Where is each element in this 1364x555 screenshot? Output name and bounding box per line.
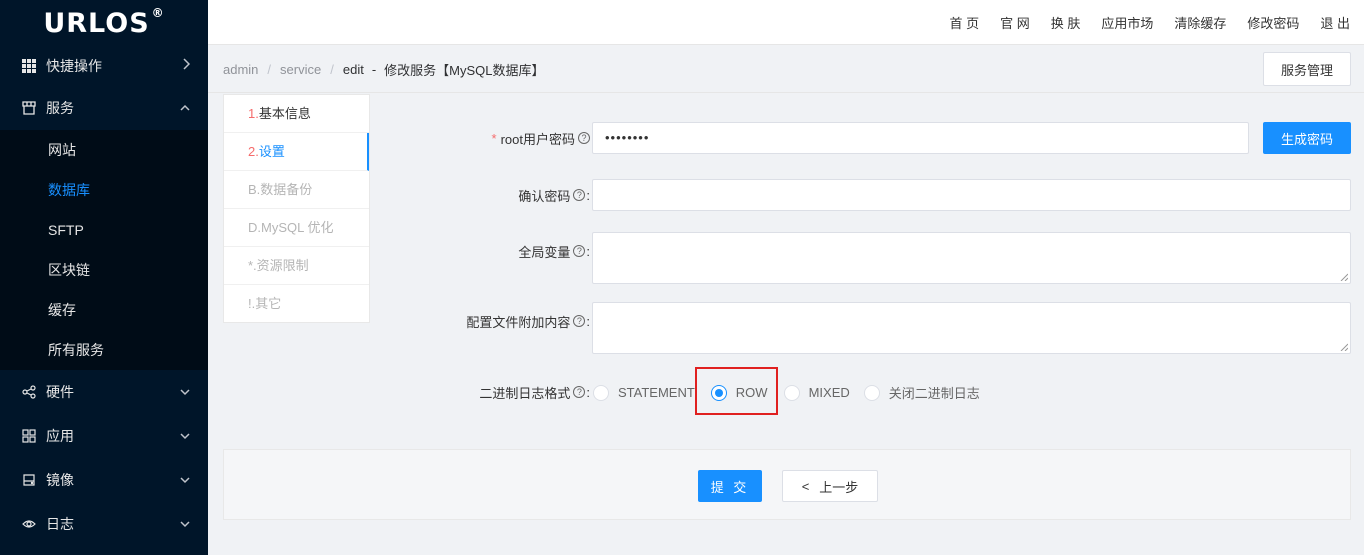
chevron-up-icon [180,101,190,115]
menu-images[interactable]: 镜像 [0,458,208,502]
radio-circle[interactable] [593,384,609,401]
help-icon[interactable]: ? [573,245,586,257]
form-actions: 提 交 < 上一步 [223,449,1351,520]
breadcrumb: admin / service / edit - 修改服务【MySQL数据库】 [223,45,545,93]
page-title: 修改服务【MySQL数据库】 [384,62,545,78]
radio-statement[interactable]: STATEMENT [593,384,695,401]
step-basic-info[interactable]: 1.基本信息 [224,95,369,133]
breadcrumb-dash: - [371,61,377,77]
drive-icon [22,473,36,487]
help-icon[interactable]: ? [573,189,586,201]
nav-home[interactable]: 首 页 [949,13,979,32]
nav-clear-cache[interactable]: 清除缓存 [1174,13,1226,32]
breadcrumb-separator: / [330,61,334,77]
submenu-item-all-services[interactable]: 所有服务 [0,330,208,370]
nav-skin[interactable]: 换 肤 [1051,13,1081,32]
chevron-left-icon: < [801,478,810,494]
radio-circle[interactable] [863,384,880,401]
share-icon [22,385,36,399]
resize-handle-icon[interactable] [1340,343,1348,351]
service-manage-button[interactable]: 服务管理 [1263,52,1351,86]
chevron-right-icon [182,58,191,73]
root-password-label: * root用户密码 ? [380,122,590,154]
global-vars-label: 全局变量 ? : [518,243,590,260]
eye-icon [22,517,36,531]
chevron-down-icon [180,517,190,531]
menu-label: 硬件 [46,384,74,400]
resize-handle-icon[interactable] [1340,273,1348,281]
binlog-format-label: 二进制日志格式 ? : [479,384,590,401]
menu-label: 日志 [46,516,74,532]
submenu-item-website[interactable]: 网站 [0,130,208,170]
radio-circle[interactable] [783,384,800,401]
radio-disable-binlog[interactable]: 关闭二进制日志 [863,383,980,402]
global-vars-textarea[interactable] [592,232,1351,284]
submit-button[interactable]: 提 交 [698,470,762,502]
help-icon[interactable]: ? [573,386,586,398]
binlog-format-radio-group: STATEMENT ROW MIXED 关闭二进制日志 [593,383,994,402]
menu-label: 应用 [46,428,74,444]
grid-icon [22,58,36,73]
nav-app-market[interactable]: 应用市场 [1101,13,1153,32]
submenu-item-database[interactable]: 数据库 [0,170,208,210]
config-append-label: 配置文件附加内容 ? : [466,313,590,330]
menu-logs[interactable]: 日志 [0,502,208,546]
store-icon [22,100,36,115]
help-icon[interactable]: ? [573,315,586,327]
chevron-down-icon [180,429,190,443]
menu-quick-actions[interactable]: 快捷操作 [0,46,208,85]
breadcrumb-item: edit [342,61,364,77]
chevron-down-icon [180,473,190,487]
chevron-down-icon [180,385,190,399]
breadcrumb-bar: admin / service / edit - 修改服务【MySQL数据库】 … [208,45,1364,93]
sidebar: URLOS ® 快捷操作 服务 网站 数据库 SFTP 区块链 缓存 所有服务 硬… [0,0,208,555]
menu-label: 服务 [46,99,74,116]
nav-change-password[interactable]: 修改密码 [1247,13,1299,32]
step-settings[interactable]: 2.设置 [224,133,369,171]
breadcrumb-separator: / [267,61,272,77]
config-append-textarea[interactable] [592,302,1351,354]
help-icon[interactable]: ? [578,132,590,144]
root-password-input[interactable]: •••••••• [592,122,1249,154]
logo[interactable]: URLOS ® [0,0,208,46]
menu-hardware[interactable]: 硬件 [0,370,208,414]
apps-icon [22,429,36,443]
logo-text: URLOS ® [43,5,165,39]
menu-service[interactable]: 服务 [0,85,208,130]
generate-password-button[interactable]: 生成密码 [1263,122,1351,154]
submenu-item-blockchain[interactable]: 区块链 [0,250,208,290]
step-other[interactable]: !.其它 [224,285,369,323]
previous-step-button[interactable]: < 上一步 [782,470,878,502]
breadcrumb-item[interactable]: service [280,62,321,77]
service-submenu: 网站 数据库 SFTP 区块链 缓存 所有服务 [0,130,208,370]
highlight-box [695,367,778,415]
confirm-password-label: 确认密码 ? : [518,187,590,204]
menu-label: 镜像 [46,472,74,488]
top-bar: 首 页 官 网 换 肤 应用市场 清除缓存 修改密码 退 出 [208,0,1364,45]
nav-logout[interactable]: 退 出 [1320,13,1350,32]
submenu-item-cache[interactable]: 缓存 [0,290,208,330]
step-data-backup[interactable]: B.数据备份 [224,171,369,209]
menu-label: 快捷操作 [46,57,102,74]
step-tabs: 1.基本信息 2.设置 B.数据备份 D.MySQL 优化 *.资源限制 !.其… [223,94,370,323]
nav-official-site[interactable]: 官 网 [1000,13,1030,32]
step-mysql-optimize[interactable]: D.MySQL 优化 [224,209,369,247]
top-nav: 首 页 官 网 换 肤 应用市场 清除缓存 修改密码 退 出 [928,0,1350,45]
breadcrumb-item[interactable]: admin [223,62,258,77]
submenu-item-sftp[interactable]: SFTP [0,210,208,250]
radio-mixed[interactable]: MIXED [783,384,850,401]
step-resource-limit[interactable]: *.资源限制 [224,247,369,285]
menu-apps[interactable]: 应用 [0,414,208,458]
confirm-password-input[interactable] [592,179,1351,211]
